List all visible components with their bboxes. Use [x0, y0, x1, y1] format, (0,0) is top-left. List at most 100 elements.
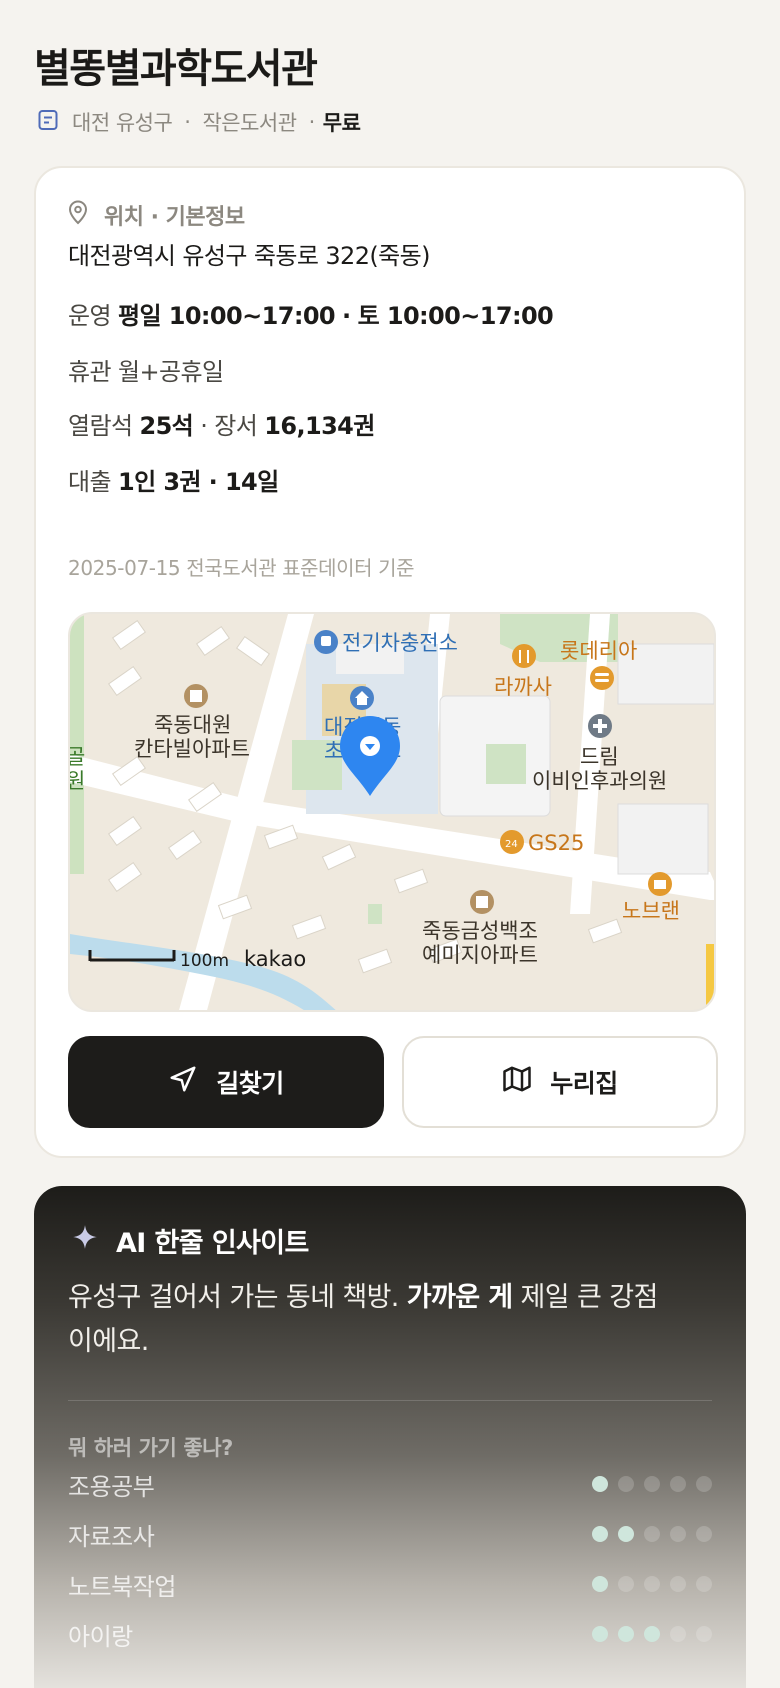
map-label-edge-b: 원	[70, 769, 85, 793]
seats-value: 25석	[139, 412, 194, 440]
rating-dot-empty	[670, 1576, 686, 1592]
map-label-lotteria: 롯데리아	[560, 639, 637, 663]
rating-dot-empty	[696, 1526, 712, 1542]
navigation-arrow-icon	[168, 1064, 198, 1100]
location-info-card: 위치 · 기본정보 대전광역시 유성구 죽동로 322(죽동) 운영 평일 10…	[34, 166, 746, 1158]
rating-dot-empty	[618, 1576, 634, 1592]
map-label-clinic-b: 이비인후과의원	[532, 769, 667, 793]
library-detail-page: 별똥별과학도서관 대전 유성구 · 작은도서관 · 무료 위치 · 기본정보 대…	[0, 0, 780, 1688]
insight-text-bold: 가까운 게	[406, 1282, 513, 1313]
activity-rating	[592, 1626, 712, 1642]
svg-text:24: 24	[505, 839, 518, 850]
apartment-icon	[470, 890, 494, 914]
activity-rating	[592, 1576, 712, 1592]
convenience-store-icon: 24	[500, 830, 524, 854]
map-label-apt2-b: 예미지아파트	[422, 943, 538, 967]
loan-value: 1인 3권 · 14일	[118, 468, 279, 496]
activity-name: 아이랑	[68, 1622, 133, 1651]
ai-insight-text: 유성구 걸어서 가는 동네 책방. 가까운 게 제일 큰 강점이에요.	[68, 1276, 668, 1364]
website-button[interactable]: 누리집	[402, 1036, 718, 1128]
map-label-apt1-b: 칸타빌아파트	[134, 737, 250, 761]
divider	[68, 1400, 712, 1401]
school-icon	[350, 686, 374, 710]
capacity-separator: ·	[200, 412, 208, 440]
hours-row: 운영 평일 10:00~17:00 · 토 10:00~17:00	[68, 296, 554, 331]
activity-question: 뭐 하러 가기 좋나?	[68, 1436, 233, 1460]
address-text: 대전광역시 유성구 죽동로 322(죽동)	[68, 236, 430, 271]
closed-row: 휴관 월+공휴일	[68, 352, 224, 387]
activity-rating	[592, 1526, 712, 1542]
burger-icon	[590, 666, 614, 690]
ai-insight-header: AI 한줄 인사이트	[72, 1220, 309, 1260]
loan-row: 대출 1인 3권 · 14일	[68, 462, 279, 497]
map-label-apt1-a: 죽동대원	[154, 713, 231, 737]
closed-value: 월+공휴일	[118, 358, 224, 386]
hours-weekday: 평일 10:00~17:00	[118, 302, 336, 330]
activity-name: 조용공부	[68, 1472, 155, 1501]
meta-separator: ·	[308, 110, 316, 134]
activity-rating	[592, 1476, 712, 1492]
ai-insight-card: AI 한줄 인사이트 유성구 걸어서 가는 동네 책방. 가까운 게 제일 큰 …	[34, 1186, 746, 1688]
seats-label: 열람석	[68, 412, 133, 440]
meta-separator: ·	[184, 110, 191, 134]
map-brand-logo: kakao	[244, 947, 306, 971]
rating-dot-empty	[644, 1576, 660, 1592]
rating-dot-filled	[618, 1626, 634, 1642]
data-source-note: 2025-07-15 전국도서관 표준데이터 기준	[68, 556, 415, 580]
rating-dot-filled	[592, 1526, 608, 1542]
books-value: 16,134권	[264, 412, 375, 440]
apartment-icon	[184, 684, 208, 708]
website-button-label: 누리집	[550, 1069, 618, 1098]
loan-label: 대출	[68, 468, 112, 496]
map-label-clinic-a: 드림	[580, 745, 619, 769]
hours-saturday: 토 10:00~17:00	[357, 302, 554, 330]
hours-separator: ·	[342, 302, 351, 330]
rating-dot-empty	[670, 1476, 686, 1492]
restaurant-icon	[512, 644, 536, 668]
address-value: 대전광역시 유성구 죽동로 322(죽동)	[68, 242, 430, 270]
rating-dot-empty	[670, 1526, 686, 1542]
rating-dot-filled	[592, 1576, 608, 1592]
books-label: 장서	[214, 412, 258, 440]
shopping-icon	[648, 872, 672, 896]
map-fold-icon	[502, 1064, 532, 1100]
rating-dot-empty	[644, 1526, 660, 1542]
map-label-gs25: GS25	[528, 831, 584, 855]
ai-insight-title: AI 한줄 인사이트	[116, 1227, 309, 1259]
sparkle-icon	[72, 1224, 98, 1257]
fee-badge: 무료	[322, 111, 361, 135]
rating-dot-empty	[696, 1576, 712, 1592]
map-label-rakasa: 라까사	[494, 675, 552, 699]
activity-name: 노트북작업	[68, 1572, 176, 1601]
capacity-row: 열람석 25석 · 장서 16,134권	[68, 406, 375, 441]
rating-dot-empty	[644, 1476, 660, 1492]
map-scale-label: 100m	[180, 951, 229, 971]
document-icon	[36, 108, 60, 137]
route-button[interactable]: 길찾기	[68, 1036, 384, 1128]
rating-dot-empty	[696, 1476, 712, 1492]
location-pin-icon	[66, 199, 90, 231]
activity-row: 아이랑	[68, 1616, 712, 1652]
library-meta-row: 대전 유성구 · 작은도서관 · 무료	[36, 106, 361, 138]
rating-dot-filled	[618, 1526, 634, 1542]
map-label-ev: 전기차충전소	[342, 631, 458, 655]
rating-dot-filled	[592, 1476, 608, 1492]
rating-dot-empty	[618, 1476, 634, 1492]
map-label-edge-a: 골	[70, 745, 85, 769]
section-title: 위치 · 기본정보	[104, 205, 245, 230]
section-header: 위치 · 기본정보	[66, 198, 245, 232]
hospital-icon	[588, 714, 612, 738]
location-map[interactable]: 전기차충전소 라까사 롯데리아 죽동대원 칸타빌아파트 드림 이비인후과의원 2…	[68, 612, 716, 1012]
activity-row: 조용공부	[68, 1466, 712, 1502]
route-button-label: 길찾기	[216, 1069, 284, 1098]
library-type: 작은도서관	[202, 111, 297, 135]
closed-label: 휴관	[68, 358, 112, 386]
rating-dot-empty	[670, 1626, 686, 1642]
insight-text-pre: 유성구 걸어서 가는 동네 책방.	[68, 1282, 407, 1313]
rating-dot-filled	[644, 1626, 660, 1642]
map-label-apt2-a: 죽동금성백조	[422, 919, 538, 943]
map-label-nobr: 노브랜	[622, 899, 680, 923]
rating-dot-filled	[592, 1626, 608, 1642]
hours-label: 운영	[68, 302, 112, 330]
ev-charger-icon	[314, 630, 338, 654]
